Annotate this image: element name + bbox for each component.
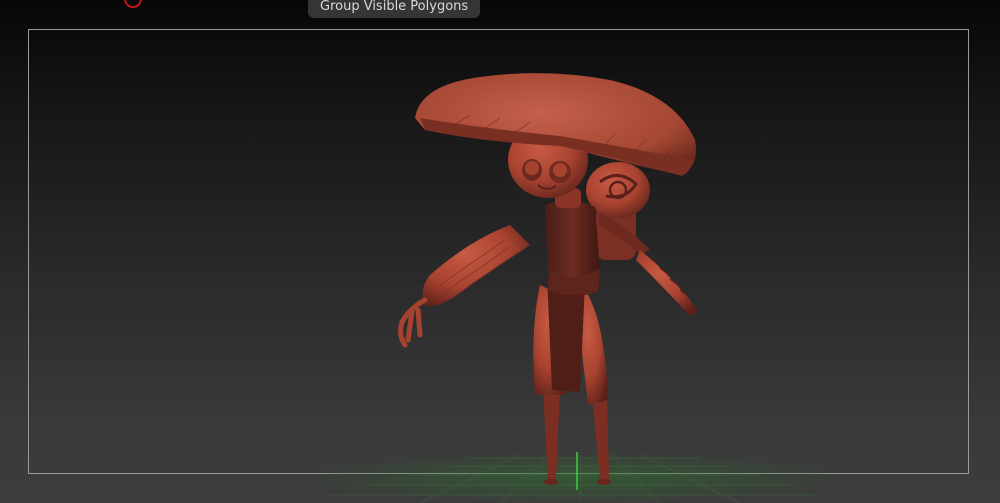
sculpted-character-model[interactable] bbox=[398, 73, 698, 485]
right-arm bbox=[598, 212, 698, 316]
floor-grid bbox=[295, 452, 855, 503]
sculpt-scene[interactable] bbox=[0, 0, 1000, 503]
canvas-viewport[interactable]: Group Visible Polygons bbox=[0, 0, 1000, 503]
left-arm bbox=[398, 225, 530, 348]
